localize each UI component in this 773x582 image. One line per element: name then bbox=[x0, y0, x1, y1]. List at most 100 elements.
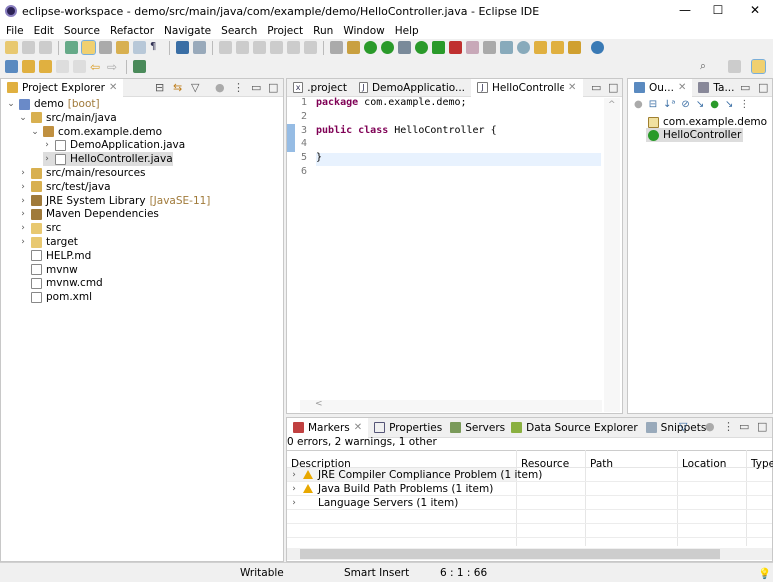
close-button[interactable]: ✕ bbox=[740, 3, 770, 17]
collapse-all-icon[interactable]: ⊟ bbox=[155, 81, 164, 94]
coverage-icon[interactable] bbox=[432, 41, 445, 54]
tip-lightbulb-icon[interactable]: 💡 bbox=[758, 567, 771, 580]
open-task-icon[interactable] bbox=[551, 41, 564, 54]
sort-icon[interactable]: ↓ᵃ bbox=[663, 99, 675, 110]
step-into-icon[interactable] bbox=[270, 41, 283, 54]
menu-edit[interactable]: Edit bbox=[34, 25, 54, 37]
chevron-right-icon[interactable]: › bbox=[290, 470, 298, 480]
minimize-editor-icon[interactable]: ▭ bbox=[591, 81, 601, 94]
close-tab-icon[interactable]: ✕ bbox=[354, 422, 362, 433]
start-server-icon[interactable] bbox=[381, 41, 394, 54]
tab-properties[interactable]: Properties bbox=[368, 419, 448, 437]
column-type[interactable]: Type bbox=[751, 458, 773, 470]
maximize-button[interactable]: ☐ bbox=[703, 3, 733, 17]
toggle-breadcrumb-icon[interactable] bbox=[99, 41, 112, 54]
minimize-button[interactable]: — bbox=[670, 3, 700, 17]
maximize-view-icon[interactable]: □ bbox=[268, 81, 278, 94]
tab-outline[interactable]: Ou... ✕ bbox=[628, 78, 693, 97]
chevron-right-icon[interactable]: › bbox=[19, 223, 27, 233]
tree-item[interactable]: mvnw.cmd bbox=[19, 276, 103, 290]
open-perspective-icon[interactable] bbox=[728, 60, 741, 73]
menu-help[interactable]: Help bbox=[395, 25, 419, 37]
tree-item[interactable]: › HelloController.java bbox=[43, 152, 173, 167]
resume-icon[interactable] bbox=[219, 41, 232, 54]
run-tools-icon[interactable] bbox=[449, 41, 462, 54]
tree-item[interactable]: › src/main/resources bbox=[19, 166, 145, 180]
focus-icon[interactable]: ● bbox=[634, 99, 643, 110]
mark-occurrences-icon[interactable] bbox=[81, 40, 96, 55]
tree-item[interactable]: › src/test/java bbox=[19, 180, 110, 194]
chevron-down-icon[interactable]: ⌄ bbox=[7, 99, 15, 109]
open-folder-icon[interactable] bbox=[534, 41, 547, 54]
tab-servers[interactable]: Servers bbox=[448, 419, 507, 437]
close-tab-icon[interactable]: ✕ bbox=[678, 82, 686, 93]
chevron-right-icon[interactable]: › bbox=[43, 140, 51, 150]
marker-row[interactable]: › JRE Compiler Compliance Problem (1 item… bbox=[290, 468, 542, 481]
outline-item-class[interactable]: HelloController bbox=[646, 128, 744, 142]
forward-edit-icon[interactable] bbox=[73, 60, 86, 73]
minimize-view-icon[interactable]: ▭ bbox=[740, 81, 750, 94]
forward-icon[interactable]: ⇨ bbox=[107, 60, 120, 74]
save-all-icon[interactable] bbox=[39, 41, 52, 54]
view-menu-icon[interactable]: ⋮ bbox=[723, 420, 734, 433]
column-path[interactable]: Path bbox=[590, 458, 613, 470]
maximize-view-icon[interactable]: □ bbox=[757, 420, 767, 433]
run-icon[interactable] bbox=[415, 41, 428, 54]
tree-item[interactable]: HELP.md bbox=[19, 249, 91, 263]
tree-item[interactable]: mvnw bbox=[19, 263, 78, 277]
scrollbar-thumb[interactable] bbox=[300, 549, 720, 559]
launch-icon[interactable] bbox=[5, 60, 18, 73]
java-perspective-icon[interactable] bbox=[751, 59, 766, 74]
focus-icon[interactable]: ● bbox=[705, 420, 715, 433]
web-browser-icon[interactable] bbox=[591, 41, 604, 54]
column-location[interactable]: Location bbox=[682, 458, 726, 470]
back-icon[interactable]: ⇦ bbox=[90, 60, 103, 74]
close-tab-icon[interactable]: ✕ bbox=[109, 82, 117, 93]
chevron-down-icon[interactable]: ⌄ bbox=[31, 127, 39, 137]
pin-editor-icon[interactable] bbox=[133, 60, 146, 73]
suspend-icon[interactable] bbox=[236, 41, 249, 54]
next-annotation-icon[interactable] bbox=[22, 60, 35, 73]
tab-markers[interactable]: Markers ✕ bbox=[287, 417, 369, 438]
open-type-icon[interactable] bbox=[65, 41, 78, 54]
view-menu-icon[interactable]: ⋮ bbox=[233, 81, 244, 94]
code-line[interactable]: } bbox=[316, 152, 322, 163]
hide-non-public-icon[interactable]: ● bbox=[710, 99, 719, 110]
spring-boot-icon[interactable] bbox=[364, 41, 377, 54]
view-menu-icon[interactable]: ⋮ bbox=[739, 99, 749, 110]
last-edit-icon[interactable] bbox=[56, 60, 69, 73]
stop-icon[interactable] bbox=[466, 41, 479, 54]
tab-snippets[interactable]: Snippets bbox=[642, 419, 711, 437]
menu-navigate[interactable]: Navigate bbox=[164, 25, 211, 37]
search-tool-icon[interactable] bbox=[568, 41, 581, 54]
editor-vertical-scrollbar[interactable]: ^ bbox=[604, 98, 620, 412]
outline-item-package[interactable]: com.example.demo bbox=[648, 115, 767, 129]
editor-horizontal-scrollbar[interactable]: < bbox=[300, 399, 602, 412]
marker-row[interactable]: › Java Build Path Problems (1 item) bbox=[290, 482, 493, 495]
tree-item[interactable]: › JRE System Library [JavaSE-11] bbox=[19, 194, 210, 208]
terminate-icon[interactable] bbox=[253, 41, 266, 54]
block-selection-icon[interactable] bbox=[116, 41, 129, 54]
menu-file[interactable]: File bbox=[6, 25, 24, 37]
collapse-all-icon[interactable]: ⊟ bbox=[649, 99, 657, 110]
chevron-right-icon[interactable]: › bbox=[19, 209, 27, 219]
skip-breakpoints-icon[interactable] bbox=[193, 41, 206, 54]
maximize-view-icon[interactable]: □ bbox=[758, 81, 768, 94]
hide-fields-icon[interactable]: ⊘ bbox=[681, 99, 689, 110]
maximize-editor-icon[interactable]: □ bbox=[608, 81, 618, 94]
terminal-icon[interactable] bbox=[176, 41, 189, 54]
tree-item[interactable]: ⌄ demo [boot] bbox=[7, 97, 99, 111]
chevron-right-icon[interactable]: › bbox=[19, 196, 27, 206]
chevron-right-icon[interactable]: › bbox=[43, 154, 51, 164]
new-icon[interactable] bbox=[5, 41, 18, 54]
chevron-right-icon[interactable]: › bbox=[290, 498, 298, 508]
step-return-icon[interactable] bbox=[304, 41, 317, 54]
menu-project[interactable]: Project bbox=[267, 25, 303, 37]
tree-item[interactable]: ⌄ com.example.demo bbox=[31, 125, 162, 139]
close-tab-icon[interactable]: ✕ bbox=[568, 82, 576, 93]
tree-item[interactable]: pom.xml bbox=[19, 290, 92, 304]
chevron-down-icon[interactable]: ⌄ bbox=[19, 113, 27, 123]
tree-item[interactable]: › DemoApplication.java bbox=[43, 138, 185, 152]
tab-task-list[interactable]: Ta... bbox=[692, 79, 740, 97]
code-line[interactable]: public class HelloController { bbox=[316, 125, 497, 136]
